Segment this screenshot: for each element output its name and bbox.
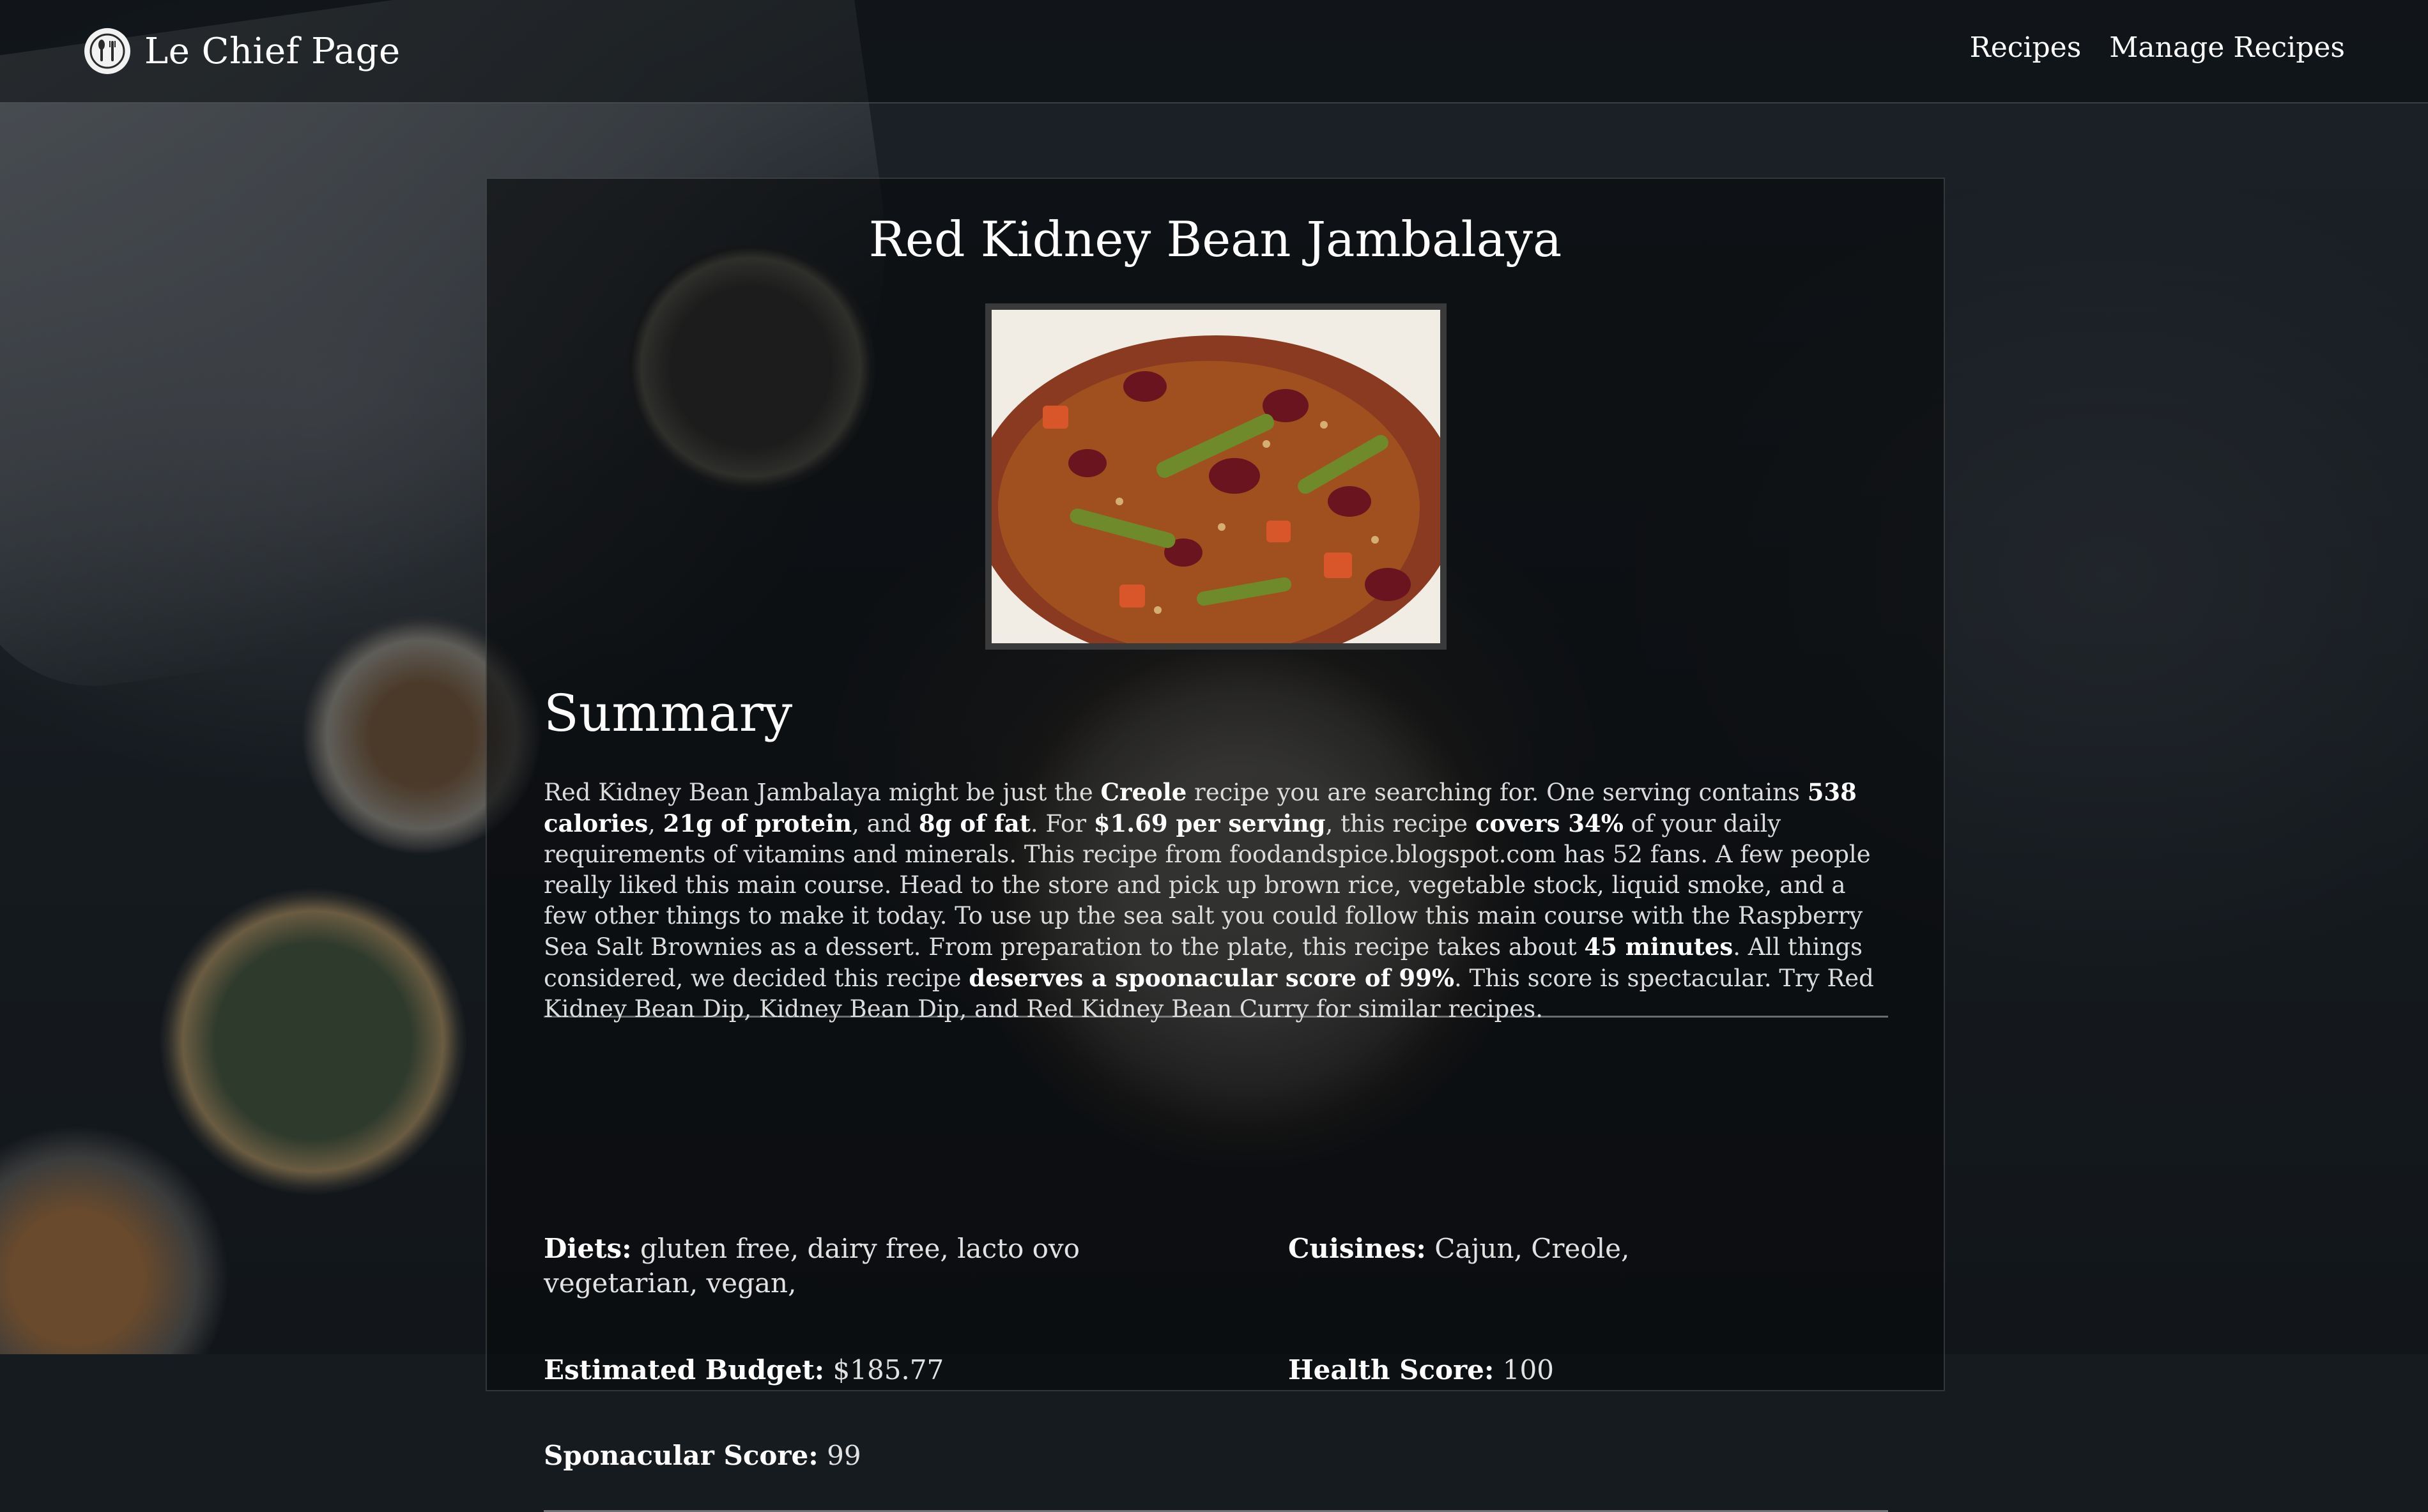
brand-home-link[interactable]: Le Chief Page bbox=[84, 28, 401, 74]
cuisines-label: Cuisines: bbox=[1288, 1233, 1426, 1264]
chef-logo-icon bbox=[84, 28, 130, 74]
diets-label: Diets: bbox=[544, 1233, 632, 1264]
summary-segment: Red Kidney Bean Jambalaya might be just … bbox=[544, 779, 1101, 806]
recipe-title: Red Kidney Bean Jambalaya bbox=[868, 211, 1562, 268]
summary-highlight: 45 minutes bbox=[1584, 933, 1733, 961]
spoonacular-score-value: 99 bbox=[827, 1440, 861, 1471]
nav-links: Recipes Manage Recipes bbox=[1970, 31, 2345, 64]
summary-highlight: 21g of protein bbox=[663, 809, 852, 837]
background-bowl bbox=[160, 888, 466, 1195]
health-score-value: 100 bbox=[1502, 1354, 1554, 1386]
summary-segment: , and bbox=[852, 810, 919, 837]
summary-segment: , bbox=[648, 810, 663, 837]
top-navbar: Le Chief Page Recipes Manage Recipes bbox=[0, 0, 2428, 103]
summary-text: Red Kidney Bean Jambalaya might be just … bbox=[544, 777, 1886, 1025]
summary-segment: . For bbox=[1030, 810, 1094, 837]
summary-segment: recipe you are searching for. One servin… bbox=[1187, 779, 1808, 806]
summary-segment: , this recipe bbox=[1325, 810, 1475, 837]
health-score-info: Health Score: 100 bbox=[1288, 1353, 1554, 1387]
spoonacular-score-info: Sponacular Score: 99 bbox=[544, 1439, 861, 1473]
summary-heading: Summary bbox=[544, 683, 793, 743]
summary-highlight: $1.69 per serving bbox=[1093, 809, 1326, 837]
summary-highlight: deserves a spoonacular score of 99% bbox=[969, 964, 1455, 992]
budget-label: Estimated Budget: bbox=[544, 1354, 825, 1386]
budget-value: $185.77 bbox=[833, 1354, 944, 1386]
recipe-image bbox=[985, 303, 1447, 650]
background-bowl bbox=[0, 1124, 230, 1354]
health-score-label: Health Score: bbox=[1288, 1354, 1494, 1386]
nav-link-recipes[interactable]: Recipes bbox=[1970, 31, 2082, 64]
nav-link-manage-recipes[interactable]: Manage Recipes bbox=[2109, 31, 2345, 64]
summary-highlight: Creole bbox=[1100, 778, 1187, 806]
cuisines-info: Cuisines: Cajun, Creole, bbox=[1288, 1232, 1863, 1266]
budget-info: Estimated Budget: $185.77 bbox=[544, 1353, 944, 1387]
brand-title: Le Chief Page bbox=[144, 30, 401, 72]
divider bbox=[544, 1016, 1888, 1018]
cuisines-value: Cajun, Creole, bbox=[1434, 1233, 1630, 1264]
diets-info: Diets: gluten free, dairy free, lacto ov… bbox=[544, 1232, 1183, 1301]
spoonacular-score-label: Sponacular Score: bbox=[544, 1440, 818, 1471]
summary-highlight: covers 34% bbox=[1475, 809, 1624, 837]
recipe-card: Red Kidney Bean Jambalaya Summary Red Ki… bbox=[486, 178, 1945, 1512]
summary-highlight: 8g of fat bbox=[918, 809, 1031, 837]
